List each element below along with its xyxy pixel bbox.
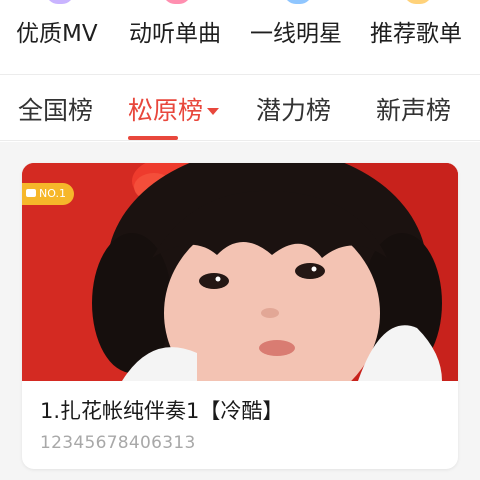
- song-title[interactable]: 1.扎花帐纯伴奏1【冷酷】: [40, 395, 283, 425]
- tab-label: 全国榜: [18, 96, 94, 125]
- cover-illustration: [22, 163, 458, 381]
- camera-icon: [26, 189, 36, 197]
- quick-nav-label: 一线明星: [250, 21, 342, 47]
- quick-nav-icon: [46, 0, 74, 4]
- quick-nav-icon: [284, 0, 312, 4]
- tab-new-voice[interactable]: 新声榜: [376, 91, 451, 141]
- quick-nav-icon: [163, 0, 191, 4]
- tab-potential[interactable]: 潜力榜: [256, 91, 331, 141]
- tab-label: 潜力榜: [256, 96, 332, 125]
- song-card[interactable]: NO.1 1.扎花帐纯伴奏1【冷酷】 12345678406313: [22, 163, 458, 469]
- active-tab-indicator: [128, 136, 178, 140]
- rank-badge: NO.1: [22, 183, 74, 205]
- quick-nav: 优质MV 动听单曲 一线明星 推荐歌单: [0, 0, 480, 74]
- quick-nav-label: 优质MV: [16, 21, 98, 47]
- rank-tabs: 全国榜 松原榜 潜力榜 新声榜: [0, 75, 480, 141]
- quick-nav-label: 动听单曲: [129, 21, 221, 47]
- cover-image[interactable]: NO.1: [22, 163, 458, 381]
- rank-badge-text: NO.1: [39, 187, 66, 200]
- caret-down-icon[interactable]: [207, 108, 220, 115]
- quick-nav-label: 推荐歌单: [370, 21, 462, 47]
- song-subtitle: 12345678406313: [40, 433, 196, 453]
- quick-nav-icon: [404, 0, 432, 4]
- tab-songyuan[interactable]: 松原榜: [128, 91, 220, 141]
- tab-label: 松原榜: [128, 96, 204, 125]
- tab-national[interactable]: 全国榜: [18, 91, 93, 141]
- tab-label: 新声榜: [376, 96, 452, 125]
